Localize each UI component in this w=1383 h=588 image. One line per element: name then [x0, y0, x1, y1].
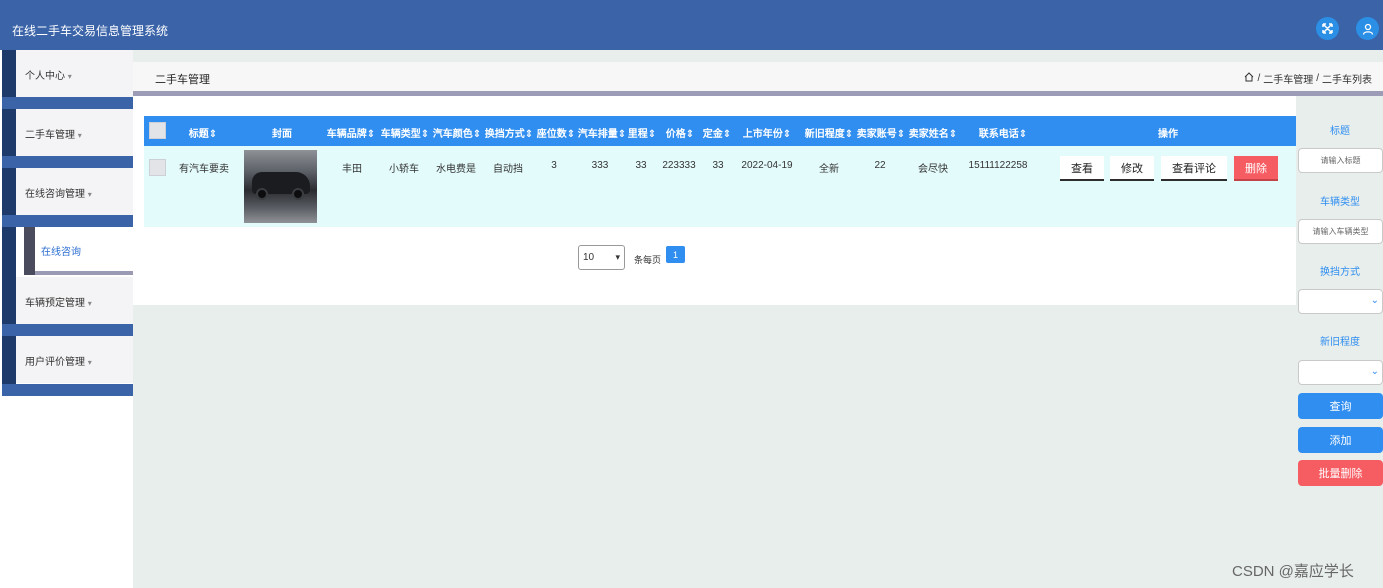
- cell-deposit: 33: [712, 160, 724, 171]
- title-search-input[interactable]: 请输入标题: [1298, 148, 1383, 173]
- sidebar-item-label: 二手车管理: [25, 130, 75, 141]
- watermark: CSDN @嘉应学长: [1232, 563, 1354, 580]
- column-header: 封面: [272, 129, 292, 140]
- title-filter-label: 标题: [1330, 126, 1350, 137]
- column-header[interactable]: 汽车排量⇕: [577, 125, 627, 140]
- column-header[interactable]: 标题⇕: [178, 125, 228, 140]
- cell-seats: 3: [551, 160, 557, 171]
- column-header[interactable]: 价格⇕: [658, 125, 702, 140]
- car-cover-image: [244, 150, 317, 223]
- column-header: 操作: [1158, 129, 1178, 140]
- sidebar-subitem-online-consult[interactable]: 在线咨询: [24, 227, 133, 275]
- cell-phone: 15111122258: [968, 160, 1028, 171]
- menu-divider: [2, 324, 133, 336]
- sidebar-item-user-review-management[interactable]: 用户评价管理 ▾: [16, 336, 133, 383]
- menu-divider: [2, 215, 133, 227]
- column-header[interactable]: 卖家账号⇕: [855, 125, 907, 140]
- cell-mileage: 33: [635, 160, 647, 171]
- type-search-input[interactable]: 请输入车辆类型: [1298, 219, 1383, 244]
- type-filter-label: 车辆类型: [1320, 197, 1360, 208]
- sidebar-item-online-consult-management[interactable]: 在线咨询管理 ▾: [16, 168, 133, 215]
- view-reviews-button[interactable]: 查看评论: [1161, 156, 1227, 181]
- home-icon[interactable]: [1244, 72, 1254, 85]
- cell-condition: 全新: [819, 164, 839, 175]
- cell-brand: 丰田: [342, 164, 362, 175]
- breadcrumb-item: 二手车列表: [1322, 75, 1372, 86]
- chevron-down-icon: ⌄: [1370, 295, 1379, 306]
- app-title: 在线二手车交易信息管理系统: [12, 24, 169, 38]
- menu-divider: [2, 384, 133, 396]
- breadcrumb-item[interactable]: 二手车管理: [1263, 71, 1313, 86]
- delete-button[interactable]: 删除: [1234, 156, 1278, 181]
- cell-title: 有汽车要卖: [179, 164, 229, 175]
- add-button[interactable]: 添加: [1298, 427, 1383, 453]
- breadcrumb: / 二手车管理 / 二手车列表: [1244, 71, 1372, 86]
- column-header[interactable]: 联系电话⇕: [968, 125, 1038, 140]
- breadcrumb-separator: /: [1316, 73, 1319, 84]
- column-header[interactable]: 汽车颜色⇕: [431, 125, 483, 140]
- chevron-down-icon: ▾: [87, 190, 92, 199]
- user-icon[interactable]: [1356, 17, 1379, 40]
- cell-year: 2022-04-19: [741, 160, 793, 171]
- query-button[interactable]: 查询: [1298, 393, 1383, 419]
- cell-type: 小轿车: [389, 164, 419, 175]
- column-header[interactable]: 上市年份⇕: [737, 125, 797, 140]
- sidebar-item-personal-center[interactable]: 个人中心 ▾: [16, 50, 133, 97]
- sidebar-item-label: 在线咨询管理: [25, 189, 85, 200]
- column-header[interactable]: 新旧程度⇕: [802, 125, 856, 140]
- condition-select[interactable]: ⌄: [1298, 360, 1383, 385]
- sidebar-item-vehicle-reservation-management[interactable]: 车辆预定管理 ▾: [16, 277, 133, 324]
- chevron-down-icon: ▾: [87, 358, 92, 367]
- batch-delete-button[interactable]: 批量删除: [1298, 460, 1383, 486]
- sidebar-item-label: 车辆预定管理: [25, 298, 85, 309]
- sidebar-item-used-car-management[interactable]: 二手车管理 ▾: [16, 109, 133, 156]
- column-header[interactable]: 车辆品牌⇕: [325, 125, 377, 140]
- top-bar: 在线二手车交易信息管理系统: [0, 0, 1383, 50]
- cell-seller-account: 22: [874, 160, 886, 171]
- column-header[interactable]: 里程⇕: [626, 125, 658, 140]
- column-header[interactable]: 车辆类型⇕: [379, 125, 431, 140]
- breadcrumb-separator: /: [1257, 73, 1261, 84]
- menu-divider: [2, 97, 133, 109]
- cell-seller-name: 会尽快: [918, 164, 948, 175]
- chevron-down-icon: ▾: [615, 252, 620, 262]
- page-size-label: 条每页: [634, 255, 662, 265]
- cell-price: 223333: [662, 160, 696, 171]
- cell-displacement: 333: [591, 160, 609, 171]
- page-size-select[interactable]: 10 ▾: [578, 245, 625, 270]
- cell-gear: 自动挡: [493, 164, 523, 175]
- chevron-down-icon: ▾: [67, 72, 72, 81]
- view-button[interactable]: 查看: [1060, 156, 1104, 181]
- table-row[interactable]: 有汽车要卖 丰田 小轿车 水电费是 自动挡 3 333 33 223333 33…: [144, 146, 1296, 227]
- row-checkbox[interactable]: [149, 159, 166, 176]
- column-header[interactable]: 座位数⇕: [534, 125, 578, 140]
- condition-filter-label: 新旧程度: [1320, 337, 1360, 348]
- gear-select[interactable]: ⌄: [1298, 289, 1383, 314]
- column-header[interactable]: 换挡方式⇕: [483, 125, 535, 140]
- page-size-value: 10: [583, 252, 595, 263]
- chevron-down-icon: ⌄: [1370, 366, 1379, 377]
- chevron-down-icon: ▾: [77, 131, 82, 140]
- edit-button[interactable]: 修改: [1110, 156, 1154, 181]
- cell-color: 水电费是: [436, 164, 476, 175]
- sidebar-item-label: 个人中心: [25, 71, 65, 82]
- page-title: 二手车管理: [155, 74, 210, 86]
- expand-icon[interactable]: [1316, 17, 1339, 40]
- page-header: 二手车管理 / 二手车管理 / 二手车列表: [133, 62, 1383, 92]
- column-header[interactable]: 定金⇕: [701, 125, 733, 140]
- sidebar-subitem-label: 在线咨询: [41, 247, 81, 258]
- select-all-checkbox[interactable]: [149, 122, 166, 139]
- menu-divider: [2, 156, 133, 168]
- sidebar-item-label: 用户评价管理: [25, 357, 85, 368]
- gear-filter-label: 换挡方式: [1320, 267, 1360, 278]
- table-header: 标题⇕ 封面 车辆品牌⇕ 车辆类型⇕ 汽车颜色⇕ 换挡方式⇕ 座位数⇕ 汽车排量…: [144, 116, 1296, 146]
- chevron-down-icon: ▾: [87, 299, 92, 308]
- column-header[interactable]: 卖家姓名⇕: [907, 125, 959, 140]
- page-number-button[interactable]: 1: [666, 246, 685, 263]
